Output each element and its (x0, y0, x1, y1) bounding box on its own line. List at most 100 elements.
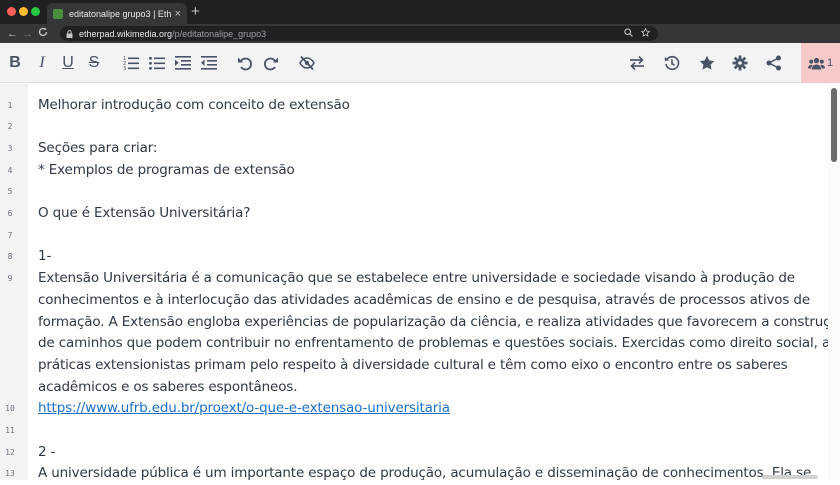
line-text: 2 - (38, 443, 56, 460)
bookmark-star-icon[interactable] (640, 27, 651, 39)
pad-line[interactable]: 3 Seções para criar: (0, 138, 820, 160)
unordered-list-button[interactable] (148, 54, 166, 72)
pad-line[interactable]: 9 Extensão Universitária é a comunicação … (0, 268, 820, 290)
line-number: 4 (7, 165, 13, 175)
underline-button[interactable]: U (59, 54, 77, 72)
url-host: etherpad.wikimedia.org (79, 28, 173, 39)
pad-line[interactable]: 7 (0, 225, 820, 247)
line-text: Melhorar introdução com conceito de exte… (38, 96, 350, 113)
pad-line[interactable]: práticas extensionistas primam pelo resp… (0, 355, 820, 377)
line-text: práticas extensionistas primam pelo resp… (38, 356, 788, 373)
close-window-button[interactable] (7, 7, 16, 16)
line-number: 11 (5, 426, 15, 435)
users-count: 1 (826, 57, 834, 69)
pad-line[interactable]: conhecimentos e à interlocução das ativi… (0, 290, 820, 312)
new-tab-button[interactable]: + (191, 4, 200, 19)
reload-button[interactable] (35, 27, 50, 40)
line-number: 6 (7, 209, 13, 218)
line-text: * Exemplos de programas de extensão (38, 161, 295, 178)
undo-button[interactable] (236, 54, 254, 72)
browser-toolbar: ← → etherpad.wikimedia.org/p/editatonali… (0, 24, 840, 63)
italic-button[interactable]: I (33, 54, 51, 72)
maximize-window-button[interactable] (31, 7, 40, 16)
tab-title: editatonalipe grupo3 | Etherpad (69, 8, 171, 19)
pad-line[interactable]: 11 (0, 420, 820, 442)
svg-text:3: 3 (123, 66, 126, 71)
indent-icon (175, 56, 191, 70)
pad-line[interactable]: formação. A Extensão engloba experiência… (0, 312, 840, 334)
line-number: 7 (7, 230, 13, 240)
settings-button[interactable] (731, 54, 749, 72)
strikethrough-icon: S (88, 54, 100, 71)
reload-icon (38, 27, 47, 37)
address-bar[interactable]: etherpad.wikimedia.org/p/editatonalipe_g… (60, 26, 658, 41)
share-button[interactable] (765, 54, 783, 72)
bold-button[interactable]: B (6, 54, 24, 72)
pad-line[interactable]: 8 1- (0, 246, 820, 268)
import-export-icon (630, 55, 644, 71)
browser-tab-active[interactable]: editatonalipe grupo3 | Etherpad × (47, 3, 187, 24)
browser-tab-bar: editatonalipe grupo3 | Etherpad × + (0, 0, 840, 24)
horizontal-scrollbar[interactable] (762, 475, 818, 479)
pad-line[interactable]: de caminhos que podem contribuir no enfr… (0, 333, 837, 355)
line-text: Seções para criar: (38, 139, 158, 156)
save-revision-button[interactable] (698, 54, 716, 72)
underline-icon: U (62, 54, 74, 71)
line-text: A universidade pública é um importante e… (38, 465, 812, 482)
pad-line[interactable]: 2 (0, 116, 820, 138)
star-icon (699, 55, 715, 70)
vertical-scrollbar[interactable] (828, 84, 840, 480)
clear-authorship-button[interactable] (298, 54, 316, 72)
pad-line[interactable]: 4 * Exemplos de programas de extensão (0, 160, 820, 182)
strikethrough-button[interactable]: S (85, 54, 103, 72)
url-path: /p/editatonalipe_grupo3 (172, 28, 267, 39)
history-icon (664, 55, 680, 71)
users-icon (807, 57, 825, 69)
pad-line[interactable]: 13 A universidade pública é um importante… (0, 463, 820, 485)
line-text: acadêmicos e os saberes espontâneos. (38, 378, 298, 395)
users-button[interactable]: 1 (801, 43, 840, 83)
line-text: 1- (38, 248, 52, 265)
line-number: 12 (5, 447, 15, 457)
pad-line[interactable]: 6 O que é Extensão Universitária? (0, 203, 820, 225)
back-button[interactable]: ← (5, 28, 20, 40)
pad-line[interactable]: 10 https://www.ufrb.edu.br/proext/o-que-e… (0, 398, 820, 420)
pad-editor[interactable]: 1 Melhorar introdução com conceito de ext… (0, 84, 840, 481)
line-text: O que é Extensão Universitária? (38, 205, 251, 221)
line-number: 8 (7, 252, 13, 262)
line-text: formação. A Extensão engloba experiência… (38, 313, 840, 330)
line-number: 2 (7, 122, 13, 132)
forward-button[interactable]: → (20, 28, 35, 40)
pad-line[interactable]: 5 (0, 181, 820, 203)
minimize-window-button[interactable] (19, 7, 28, 16)
line-number: 9 (7, 274, 13, 284)
hyperlink[interactable]: https://www.ufrb.edu.br/proext/o-que-e-e… (38, 400, 450, 416)
share-icon (766, 55, 781, 71)
tab-close-icon[interactable]: × (175, 8, 181, 20)
import-export-button[interactable] (628, 54, 646, 72)
line-number: 10 (5, 404, 15, 414)
bold-icon: B (9, 54, 21, 71)
outdent-icon (201, 56, 217, 70)
pad-line[interactable]: 12 2 - (0, 442, 820, 464)
outdent-button[interactable] (200, 54, 218, 72)
redo-button[interactable] (262, 54, 280, 72)
url-text: etherpad.wikimedia.org/p/editatonalipe_g… (79, 29, 266, 39)
unordered-list-icon (149, 56, 165, 70)
line-text: de caminhos que podem contribuir no enfr… (38, 335, 837, 352)
pad-line[interactable]: acadêmicos e os saberes espontâneos. (0, 377, 820, 399)
ordered-list-button[interactable]: 123 (122, 54, 140, 72)
line-text: https://www.ufrb.edu.br/proext/o-que-e-e… (38, 400, 450, 416)
indent-button[interactable] (174, 54, 192, 72)
scrollbar-thumb[interactable] (831, 88, 837, 162)
pad-line[interactable]: 1 Melhorar introdução com conceito de ext… (0, 95, 820, 117)
redo-icon (264, 57, 278, 71)
gear-icon (732, 55, 748, 71)
line-number: 1 (7, 100, 13, 110)
timeslider-button[interactable] (663, 54, 681, 72)
undo-icon (238, 57, 252, 71)
eye-slash-icon (299, 55, 315, 71)
etherpad-toolbar: B I U S 123 (0, 43, 840, 83)
zoom-icon[interactable] (624, 28, 633, 39)
line-text: conhecimentos e à interlocução das ativi… (38, 291, 811, 308)
